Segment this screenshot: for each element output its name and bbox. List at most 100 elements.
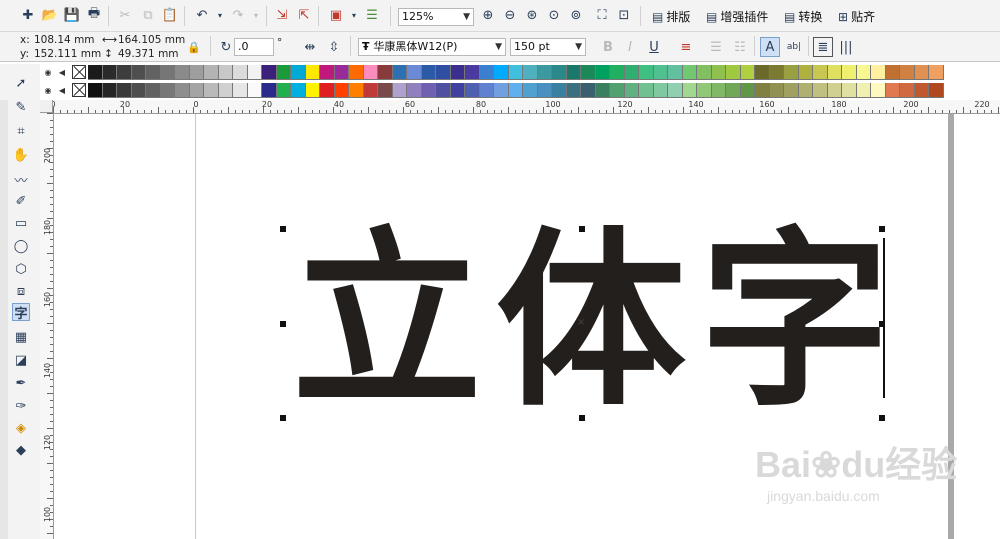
color-swatch[interactable] <box>523 83 538 98</box>
color-swatch[interactable] <box>407 83 422 98</box>
table-tool-icon[interactable]: ▦ <box>12 328 30 346</box>
color-swatch[interactable] <box>755 83 770 98</box>
ruler-origin[interactable] <box>40 100 53 113</box>
color-swatch[interactable] <box>276 65 291 80</box>
mirror-vertical-icon[interactable]: ⇳ <box>324 37 344 57</box>
color-swatch[interactable] <box>160 83 175 98</box>
color-swatch[interactable] <box>189 83 204 98</box>
zoom-to-page-icon[interactable]: ⛶ <box>592 5 612 25</box>
zoom-in-icon[interactable]: ⊕ <box>478 5 498 25</box>
redo-icon[interactable]: ↷ <box>228 5 248 25</box>
color-swatch[interactable] <box>247 65 262 80</box>
selection-handle-bottom-left[interactable] <box>280 415 286 421</box>
color-swatch[interactable] <box>160 65 175 80</box>
zoom-to-all-objects-icon[interactable]: ⊚ <box>566 5 586 25</box>
x-position-field[interactable]: 108.14 mm <box>34 34 95 46</box>
color-swatch[interactable] <box>929 65 944 80</box>
color-swatch[interactable] <box>682 65 697 80</box>
color-swatch[interactable] <box>233 65 248 80</box>
rotation-center-marker[interactable]: × <box>577 317 585 328</box>
color-swatch[interactable] <box>262 83 277 98</box>
color-swatch[interactable] <box>494 83 509 98</box>
text-alignment-icon[interactable]: ≡ <box>676 37 696 57</box>
color-swatch[interactable] <box>436 65 451 80</box>
color-swatch[interactable] <box>900 65 915 80</box>
snap-menu-button[interactable]: ⊞ 贴齐 <box>838 8 875 25</box>
color-swatch[interactable] <box>450 83 465 98</box>
color-swatch[interactable] <box>276 83 291 98</box>
pan-tool-icon[interactable]: ✋ <box>12 146 30 164</box>
color-swatch[interactable] <box>885 65 900 80</box>
color-swatch[interactable] <box>711 65 726 80</box>
color-swatch[interactable] <box>88 65 103 80</box>
save-icon[interactable]: 💾 <box>62 5 82 25</box>
bold-icon[interactable]: B <box>598 37 618 57</box>
color-swatch[interactable] <box>334 65 349 80</box>
import-icon[interactable]: ⇲ <box>272 5 292 25</box>
color-swatch[interactable] <box>610 83 625 98</box>
color-swatch[interactable] <box>465 65 480 80</box>
color-swatch[interactable] <box>813 65 828 80</box>
outline-pen-tool-icon[interactable]: ✑ <box>12 397 30 415</box>
object-height-field[interactable]: 49.371 mm <box>118 48 179 60</box>
color-swatch[interactable] <box>479 65 494 80</box>
selection-handle-bottom-right[interactable] <box>879 415 885 421</box>
color-swatch[interactable] <box>668 83 683 98</box>
color-swatch[interactable] <box>827 83 842 98</box>
color-swatch[interactable] <box>639 83 654 98</box>
color-swatch[interactable] <box>117 83 132 98</box>
color-swatch[interactable] <box>363 83 378 98</box>
italic-icon[interactable]: I <box>620 37 640 57</box>
color-swatch[interactable] <box>595 83 610 98</box>
selection-handle-bottom-center[interactable] <box>579 415 585 421</box>
color-swatch[interactable] <box>755 65 770 80</box>
color-swatch[interactable] <box>537 83 552 98</box>
edit-text-icon[interactable]: ab| <box>784 37 804 57</box>
color-swatch[interactable] <box>740 83 755 98</box>
object-width-field[interactable]: 164.105 mm <box>118 34 185 46</box>
color-swatch[interactable] <box>668 65 683 80</box>
color-swatch[interactable] <box>769 83 784 98</box>
color-swatch[interactable] <box>131 83 146 98</box>
color-swatch[interactable] <box>88 83 103 98</box>
color-swatch[interactable] <box>682 83 697 98</box>
application-launcher-icon[interactable]: ▣ <box>326 5 346 25</box>
options-icon[interactable]: ☰ <box>362 5 382 25</box>
color-swatch[interactable] <box>146 65 161 80</box>
color-swatch[interactable] <box>334 83 349 98</box>
font-size-select[interactable]: 150 pt ▼ <box>510 38 586 56</box>
color-swatch[interactable] <box>740 65 755 80</box>
selection-handle-middle-left[interactable] <box>280 321 286 327</box>
color-swatch[interactable] <box>784 83 799 98</box>
color-swatch[interactable] <box>726 65 741 80</box>
color-swatch[interactable] <box>102 83 117 98</box>
color-swatch[interactable] <box>508 83 523 98</box>
palette-scroll-icon[interactable]: ◉ <box>42 65 54 80</box>
color-swatch[interactable] <box>523 65 538 80</box>
color-swatch[interactable] <box>871 65 886 80</box>
color-swatch[interactable] <box>552 83 567 98</box>
enhanced-plugins-menu-button[interactable]: ▤ 增强插件 <box>706 8 768 25</box>
color-swatch[interactable] <box>131 65 146 80</box>
color-swatch[interactable] <box>320 65 335 80</box>
selection-handle-top-right[interactable] <box>879 226 885 232</box>
no-color-swatch-2[interactable] <box>72 83 86 97</box>
color-swatch[interactable] <box>624 65 639 80</box>
lock-ratio-icon[interactable]: 🔒 <box>184 37 204 57</box>
color-swatch[interactable] <box>885 83 900 98</box>
paste-icon[interactable]: 📋 <box>160 5 180 25</box>
redo-dropdown-icon[interactable]: ▾ <box>246 5 266 25</box>
selection-handle-middle-right[interactable] <box>879 321 885 327</box>
color-swatch[interactable] <box>204 65 219 80</box>
color-swatch[interactable] <box>726 83 741 98</box>
color-swatch[interactable] <box>392 65 407 80</box>
color-swatch[interactable] <box>711 83 726 98</box>
color-swatch[interactable] <box>595 65 610 80</box>
smart-fill-tool-icon[interactable]: ✐ <box>12 192 30 210</box>
zoom-level-select[interactable]: 125% ▼ <box>398 8 474 26</box>
y-position-field[interactable]: 152.111 mm <box>34 48 101 60</box>
color-swatch[interactable] <box>856 65 871 80</box>
color-swatch[interactable] <box>479 83 494 98</box>
color-swatch[interactable] <box>421 83 436 98</box>
color-swatch[interactable] <box>639 65 654 80</box>
